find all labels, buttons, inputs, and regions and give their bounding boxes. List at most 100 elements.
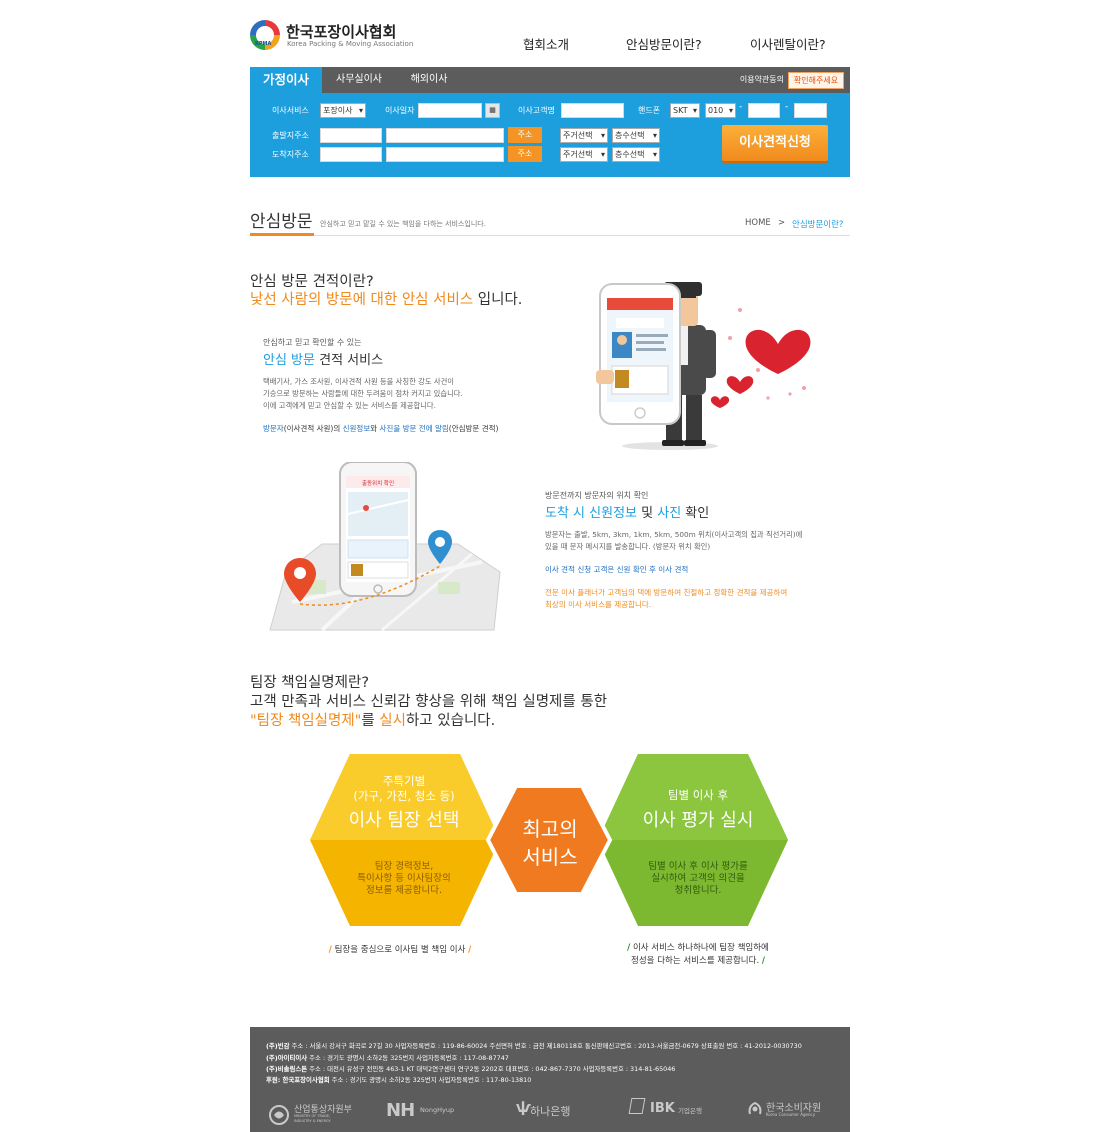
to-house-value: 주거선택 [563, 150, 593, 159]
from-house-value: 주거선택 [563, 131, 593, 140]
breadcrumb-current: 안심방문이란? [792, 220, 844, 230]
note-identity: 신원정보 [342, 424, 371, 433]
nav-item-safe-visit[interactable]: 안심방문이란? [626, 34, 702, 53]
section1-body-3: 이에 고객에게 믿고 안심할 수 있는 서비스를 제공합니다. [263, 401, 436, 410]
terms-confirm-button[interactable]: 확인해주세요 [788, 72, 844, 89]
note-visitor: 방문자 [263, 424, 284, 433]
top-navigation: 협회소개 안심방문이란? 이사렌탈이란? [520, 34, 850, 54]
id-card-phone-illustration [596, 282, 811, 450]
section3-line3-highlight2: 실시 [379, 713, 406, 729]
nh-sub: NongHyup [420, 1106, 455, 1114]
slash-mark: / [328, 945, 332, 955]
date-input[interactable] [418, 103, 482, 118]
to-floor-value: 층수선택 [615, 150, 645, 159]
hana-name: 하나은행 [530, 1105, 571, 1118]
to-floor-select[interactable]: 층수선택 [612, 147, 660, 162]
from-address-input[interactable] [386, 128, 504, 143]
footer-company-1: (주)빈감 [266, 1042, 290, 1050]
slash-mark: / [627, 943, 631, 953]
hana-mark-icon: ѱ [516, 1100, 531, 1116]
breadcrumb-home[interactable]: HOME [745, 218, 771, 228]
service-select-value: 포장이사 [323, 106, 353, 115]
estimate-form: 이사서비스 포장이사 이사일자 ▦ 이사고객명 핸드폰 SKT 010 - - … [250, 93, 850, 177]
from-floor-value: 층수선택 [615, 131, 645, 140]
section1-answer-highlight: 낯선 사람의 방문에 대한 안심 서비스 [250, 292, 474, 308]
footer-info-3: 주소 : 대전시 유성구 전민동 463-1 KT 대덕2연구센터 연구2동 2… [307, 1065, 676, 1073]
section2-body-2: 있을 때 문자 메시지를 발송합니다. (방문자 위치 확인) [545, 542, 711, 551]
footer-company-2: (주)아이티이사 [266, 1054, 308, 1062]
section2-note-orange-2: 최상의 이사 서비스를 제공합니다. [545, 600, 652, 609]
slash-mark: / [468, 945, 472, 955]
from-zip-input[interactable] [320, 128, 382, 143]
footer: (주)빈감 주소 : 서울시 강서구 화곡로 27길 30 사업자등록번호 : … [250, 1027, 850, 1132]
nh-mark: NH [386, 1100, 415, 1121]
to-house-select[interactable]: 주거선택 [560, 147, 608, 162]
phone-prefix-select[interactable]: 010 [705, 103, 736, 118]
section1-sub-title: 안심 방문 견적 서비스 [263, 349, 383, 368]
customer-label: 이사고객명 [518, 106, 555, 115]
section2-title-b: 및 [637, 506, 658, 521]
section1-body-1: 택배기사, 가스 조사원, 이사견적 사원 등을 사칭한 강도 사건이 [263, 377, 455, 386]
footer-company-4: 후원: 한국포장이사협회 [266, 1076, 330, 1084]
phone-prefix-value: 010 [708, 106, 724, 115]
section2-title-a: 도착 시 신원정보 [545, 506, 637, 521]
footer-company-3: (주)비솔림스톤 [266, 1065, 308, 1073]
service-select[interactable]: 포장이사 [320, 103, 366, 118]
section2-body-1: 방문자는 출발, 5km, 3km, 1km, 5km, 500m 위치(이사고… [545, 530, 803, 539]
phone-last-input[interactable] [794, 103, 827, 118]
slogan-left: / 팀장을 중심으로 이사팀 별 책임 이사 / [305, 944, 495, 957]
slogan-right: / 이사 서비스 하나하나에 팀장 책임하에 정성을 다하는 서비스를 제공합니… [598, 942, 798, 968]
calendar-icon[interactable]: ▦ [485, 103, 500, 118]
logo-title: 한국포장이사협회 [286, 23, 397, 41]
section1-note: 방문자(이사견적 사원)의 신원정보와 사진을 방문 전에 알림(안심방문 견적… [263, 423, 498, 434]
phone-middle-input[interactable] [748, 103, 780, 118]
nav-item-about[interactable]: 협회소개 [523, 34, 569, 53]
tab-overseas-moving[interactable]: 해외이사 [396, 67, 462, 93]
left-hex-small2: (가구, 가전, 청소 등) [353, 789, 455, 803]
nav-item-rental[interactable]: 이사렌탈이란? [750, 34, 826, 53]
page-description: 안심하고 믿고 맡길 수 있는 책임을 다하는 서비스입니다. [320, 220, 486, 228]
map-phone-illustration: 출동위치 확인 [269, 462, 501, 632]
to-label: 도착지주소 [272, 150, 309, 159]
to-zip-input[interactable] [320, 147, 382, 162]
carrier-select[interactable]: SKT [670, 103, 700, 118]
phone-label: 핸드폰 [638, 106, 661, 115]
section1-sub-highlight: 안심 방문 [263, 353, 315, 368]
section2-title: 도착 시 신원정보 및 사진 확인 [545, 502, 709, 521]
to-address-input[interactable] [386, 147, 504, 162]
motie-sub: MINISTRY OF TRADE, INDUSTRY & ENERGY [294, 1114, 331, 1123]
logo-subtitle: Korea Packing & Moving Association [287, 40, 414, 48]
phone-header-text: 출동위치 확인 [362, 479, 394, 487]
tab-office-moving[interactable]: 사무실이사 [326, 67, 392, 93]
carrier-select-value: SKT [673, 106, 688, 115]
customer-name-input[interactable] [561, 103, 624, 118]
terms-agree-label: 이용약관동의 [739, 75, 784, 84]
left-hex-small1: 주특기별 [382, 774, 426, 788]
logo[interactable]: 한국포장이사협회 Korea Packing & Moving Associat… [250, 20, 413, 52]
section2-title-c: 사진 [657, 506, 682, 521]
apply-estimate-button[interactable]: 이사견적신청 [722, 125, 828, 161]
section3-line3-highlight: "팀장 책임실명제" [250, 713, 362, 729]
page-title: 안심방문 [250, 212, 313, 232]
section1-body-2: 기승으로 방문하는 사람들에 대한 두려움이 점차 커지고 있습니다. [263, 389, 463, 398]
footer-line-2: (주)아이티이사 주소 : 경기도 광명시 소하2동 325번지 사업자등록번호… [266, 1053, 509, 1062]
section1-answer: 낯선 사람의 방문에 대한 안심 서비스 입니다. [250, 288, 522, 309]
section2-title-d: 확인 [681, 506, 710, 521]
from-floor-select[interactable]: 층수선택 [612, 128, 660, 143]
to-address-button[interactable]: 주소 [508, 146, 542, 162]
motie-emblem-icon [269, 1105, 289, 1125]
from-house-select[interactable]: 주거선택 [560, 128, 608, 143]
section1-answer-rest: 입니다. [473, 292, 523, 308]
footer-line-4: 후원: 한국포장이사협회 주소 : 경기도 광명시 소하2동 325번지 사업자… [266, 1075, 531, 1084]
footer-info-4: 주소 : 경기도 광명시 소하2동 325번지 사업자등록번호 : 117-80… [329, 1076, 532, 1084]
dash: - [785, 102, 789, 112]
ibk-mark: IBK [650, 1101, 675, 1116]
slogan-right-line1: 이사 서비스 하나하나에 팀장 책임하에 [632, 943, 769, 953]
tab-home-moving[interactable]: 가정이사 [250, 67, 322, 93]
section1-sub-rest: 견적 서비스 [314, 353, 384, 368]
footer-line-3: (주)비솔림스톤 주소 : 대전시 유성구 전민동 463-1 KT 대덕2연구… [266, 1064, 675, 1073]
kca-emblem-icon [748, 1101, 762, 1115]
section2-note-orange-1: 전문 이사 플래너가 고객님의 댁에 방문하여 친절하고 정확한 견적을 제공하… [545, 588, 788, 597]
from-address-button[interactable]: 주소 [508, 127, 542, 143]
section3-line3: "팀장 책임실명제"를 실시하고 있습니다. [250, 709, 495, 730]
